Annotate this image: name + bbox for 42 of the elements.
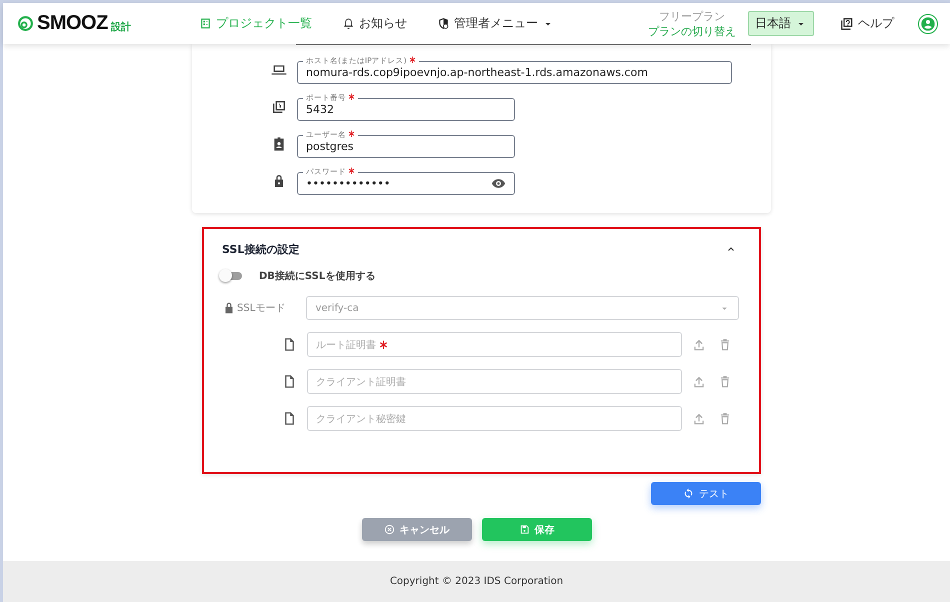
logo-suffix: 設計	[110, 20, 131, 34]
nav-item[interactable]: 管理者メニュー	[435, 13, 556, 34]
logo-text: SMOOZ	[37, 12, 108, 35]
account-button[interactable]	[918, 14, 938, 34]
trash-icon	[718, 374, 732, 388]
cancel-icon	[384, 524, 394, 535]
plan-name: フリープラン	[659, 8, 725, 24]
input-field[interactable]: クライアント秘密鍵	[307, 406, 682, 431]
trash-icon	[718, 338, 732, 352]
file-icon	[282, 337, 297, 352]
logo-icon	[17, 15, 34, 32]
input-field[interactable]: ルート証明書	[307, 332, 682, 357]
upload-icon	[692, 338, 706, 352]
upload-icon	[692, 412, 706, 426]
person-icon	[920, 16, 936, 32]
upload-icon	[692, 374, 706, 388]
ssl-mode-select[interactable]: verify-ca	[306, 296, 739, 320]
trash-icon	[718, 412, 732, 426]
language-select[interactable]: 日本語	[748, 11, 814, 36]
plan-switch-link[interactable]: プランの切り替え	[648, 24, 736, 38]
sync-icon	[683, 488, 694, 499]
copyright-text: Copyright © 2023 IDS Corporation	[390, 576, 564, 587]
nav-item[interactable]: プロジェクト一覧	[197, 13, 314, 34]
help-icon	[840, 16, 854, 30]
test-button[interactable]: テスト	[651, 482, 761, 505]
file-icon	[282, 374, 297, 389]
section-title: SSL接続の設定	[222, 242, 300, 256]
numbered-pages-icon	[271, 99, 287, 115]
floppy-icon	[518, 524, 530, 535]
ssl-mode-label: SSLモード	[237, 302, 286, 315]
cancel-button[interactable]: キャンセル	[362, 518, 472, 541]
ssl-toggle[interactable]	[222, 272, 242, 280]
bell-icon	[342, 17, 355, 30]
input-field[interactable]: クライアント証明書	[307, 369, 682, 394]
list-icon	[199, 17, 212, 30]
eye-icon	[491, 176, 506, 191]
nav-item[interactable]: お知らせ	[340, 13, 409, 34]
shield-icon	[437, 17, 450, 30]
file-icon	[282, 411, 297, 426]
help-link[interactable]: ヘルプ	[834, 14, 900, 33]
toggle-label: DB接続にSSLを使用する	[259, 270, 376, 283]
save-button[interactable]: 保存	[482, 518, 592, 541]
